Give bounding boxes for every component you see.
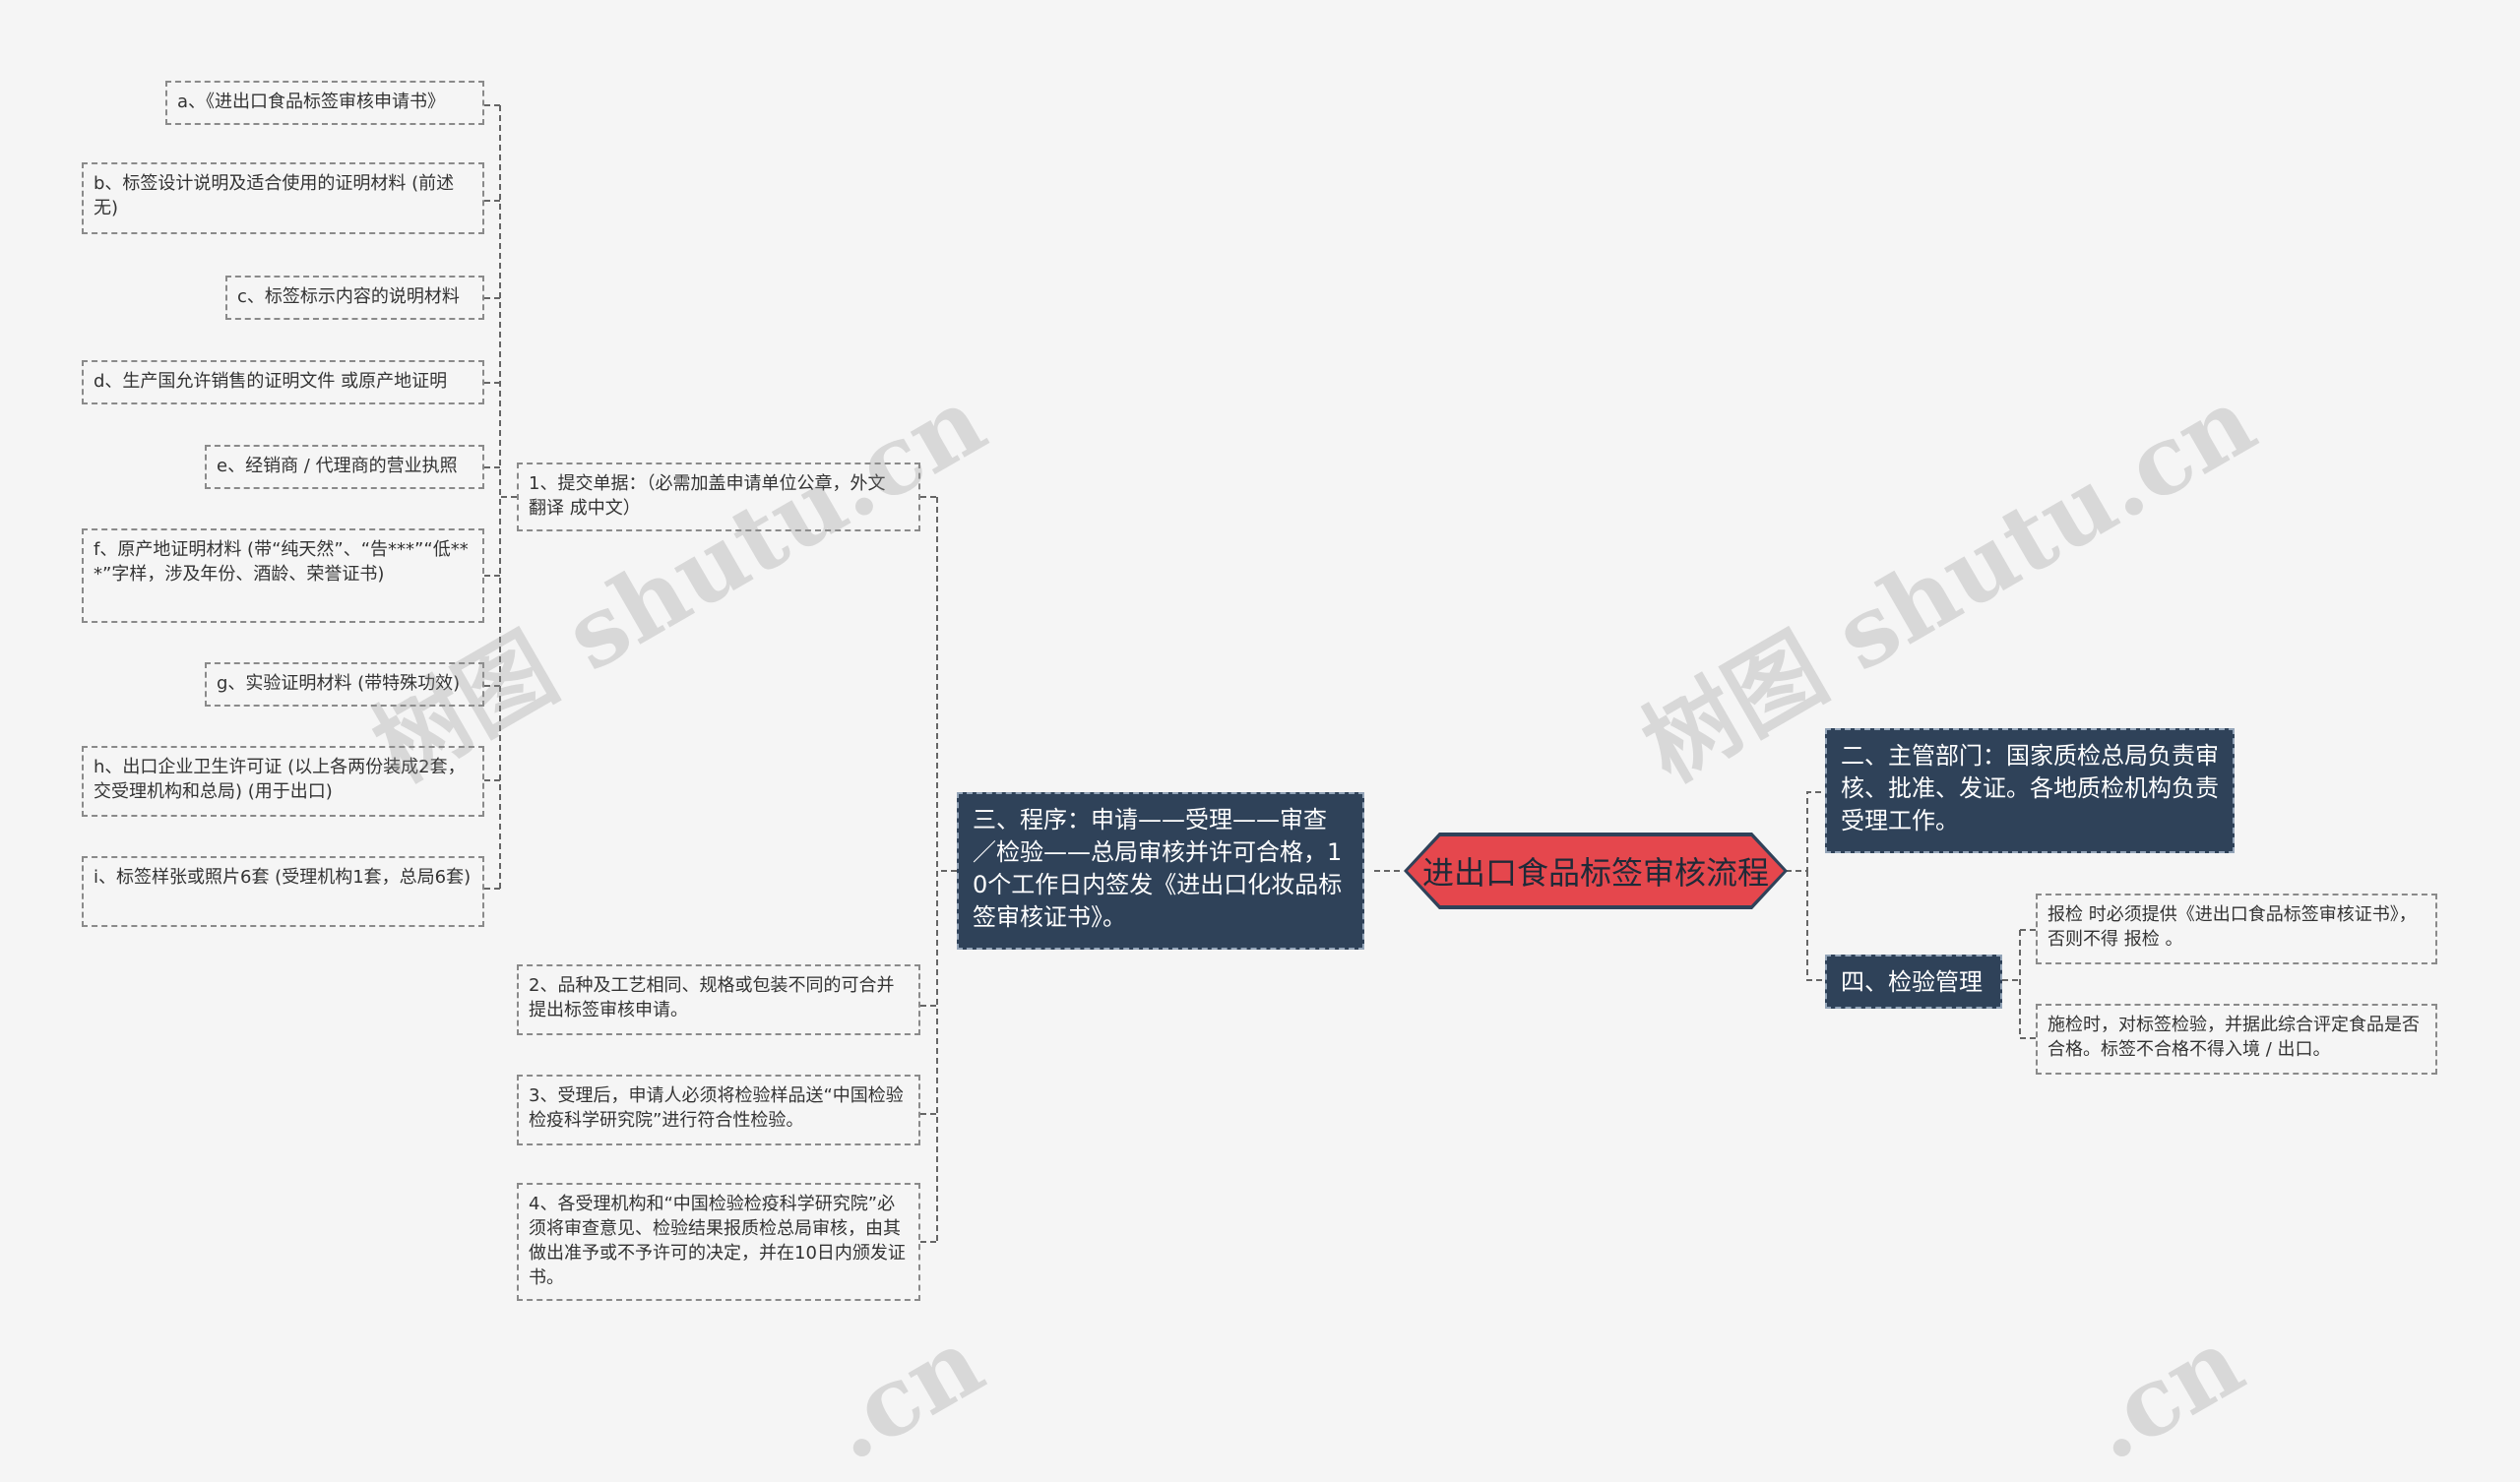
root-node[interactable]: 进出口食品标签审核流程 [1404, 833, 1788, 909]
document-item-i[interactable]: i、标签样张或照片6套 (受理机构1套，总局6套) [82, 856, 484, 927]
document-item-b[interactable]: b、标签设计说明及适合使用的证明材料 (前述无) [82, 162, 484, 234]
document-item-e[interactable]: e、经销商 / 代理商的营业执照 [205, 445, 484, 489]
document-item-a[interactable]: a、《进出口食品标签审核申请书》 [165, 81, 484, 125]
branch-department[interactable]: 二、主管部门：国家质检总局负责审核、批准、发证。各地质检机构负责受理工作。 [1825, 728, 2235, 853]
inspection-item-2[interactable]: 施检时，对标签检验，并据此综合评定食品是否合格。标签不合格不得入境 / 出口。 [2036, 1004, 2437, 1075]
document-item-g[interactable]: g、实验证明材料 (带特殊功效) [205, 662, 484, 707]
step-item-2[interactable]: 2、品种及工艺相同、规格或包装不同的可合并提出标签审核申请。 [517, 964, 920, 1035]
root-node-label: 进出口食品标签审核流程 [1408, 836, 1784, 905]
connector-procedure-steps [920, 496, 957, 1243]
connector-inspection-items [2002, 929, 2036, 1039]
mindmap-canvas: 进出口食品标签审核流程 三、程序：申请——受理——审查／检验——总局审核并许可合… [0, 0, 2520, 1482]
inspection-item-1[interactable]: 报检 时必须提供《进出口食品标签审核证书》，否则不得 报检 。 [2036, 894, 2437, 964]
step-item-1[interactable]: 1、提交单据：（必需加盖申请单位公章，外文 翻译 成中文） [517, 463, 920, 531]
document-item-f[interactable]: f、原产地证明材料 (带“纯天然”、“告***”“低***”字样，涉及年份、酒龄… [82, 528, 484, 623]
document-item-c[interactable]: c、标签标示内容的说明材料 [225, 276, 484, 320]
branch-inspection[interactable]: 四、检验管理 [1825, 955, 2002, 1009]
document-item-h[interactable]: h、出口企业卫生许可证 (以上各两份装成2套，交受理机构和总局) (用于出口) [82, 746, 484, 817]
step-item-3[interactable]: 3、受理后，申请人必须将检验样品送“中国检验检疫科学研究院”进行符合性检验。 [517, 1075, 920, 1145]
branch-procedure[interactable]: 三、程序：申请——受理——审查／检验——总局审核并许可合格，10个工作日内签发《… [957, 792, 1364, 950]
step-item-4[interactable]: 4、各受理机构和“中国检验检疫科学研究院”必须将审查意见、检验结果报质检总局审核… [517, 1183, 920, 1301]
document-item-d[interactable]: d、生产国允许销售的证明文件 或原产地证明 [82, 360, 484, 404]
connector-step1-documents [484, 104, 517, 890]
connector-root-right [1786, 791, 1825, 981]
